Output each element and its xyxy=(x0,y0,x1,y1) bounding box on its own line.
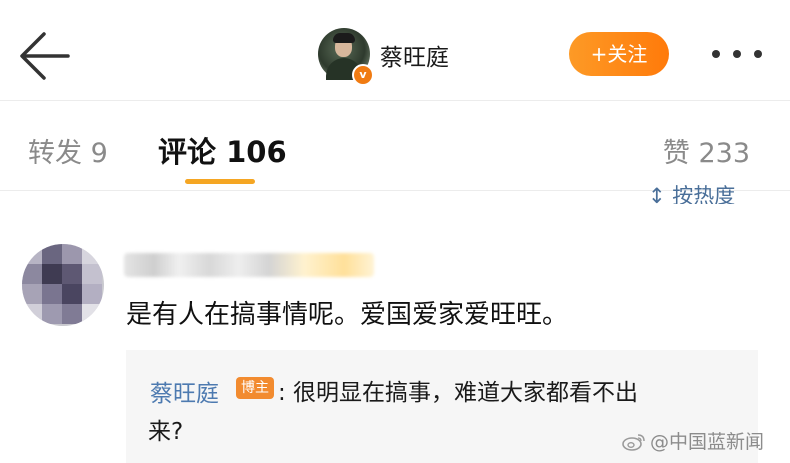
tab-bar: 转发 9 评论 106 赞 233 xyxy=(0,101,790,191)
arrow-left-icon xyxy=(20,32,70,80)
tab-repost[interactable]: 转发 9 xyxy=(28,131,108,170)
back-button[interactable] xyxy=(14,28,74,84)
more-dots-icon xyxy=(712,50,720,58)
watermark-text: @中国蓝新闻 xyxy=(650,431,765,453)
top-bar: v 蔡旺庭 +关注 xyxy=(0,0,790,100)
weibo-logo-icon xyxy=(622,434,645,451)
reply-text-continued: 来? xyxy=(148,419,184,445)
reply-author-name[interactable]: 蔡旺庭 xyxy=(150,374,219,408)
tab-comments[interactable]: 评论 106 xyxy=(158,129,287,171)
author-name[interactable]: 蔡旺庭 xyxy=(380,38,449,72)
verified-badge-icon: v xyxy=(352,64,374,86)
commenter-name-blurred[interactable] xyxy=(124,253,374,277)
active-tab-indicator xyxy=(185,179,255,184)
follow-button[interactable]: +关注 xyxy=(569,32,669,76)
more-options-button[interactable] xyxy=(706,42,768,66)
tab-likes[interactable]: 赞 233 xyxy=(663,131,750,170)
sort-by-hot-link[interactable]: ↕ 按热度 xyxy=(648,180,735,204)
reply-text: : 很明显在搞事，难道大家都看不出 xyxy=(278,380,639,406)
blogger-badge: 博主 xyxy=(236,377,274,399)
comment-text: 是有人在搞事情呢。爱国爱家爱旺旺。 xyxy=(126,300,569,330)
watermark: @中国蓝新闻 xyxy=(622,427,764,454)
commenter-avatar[interactable] xyxy=(22,244,104,326)
